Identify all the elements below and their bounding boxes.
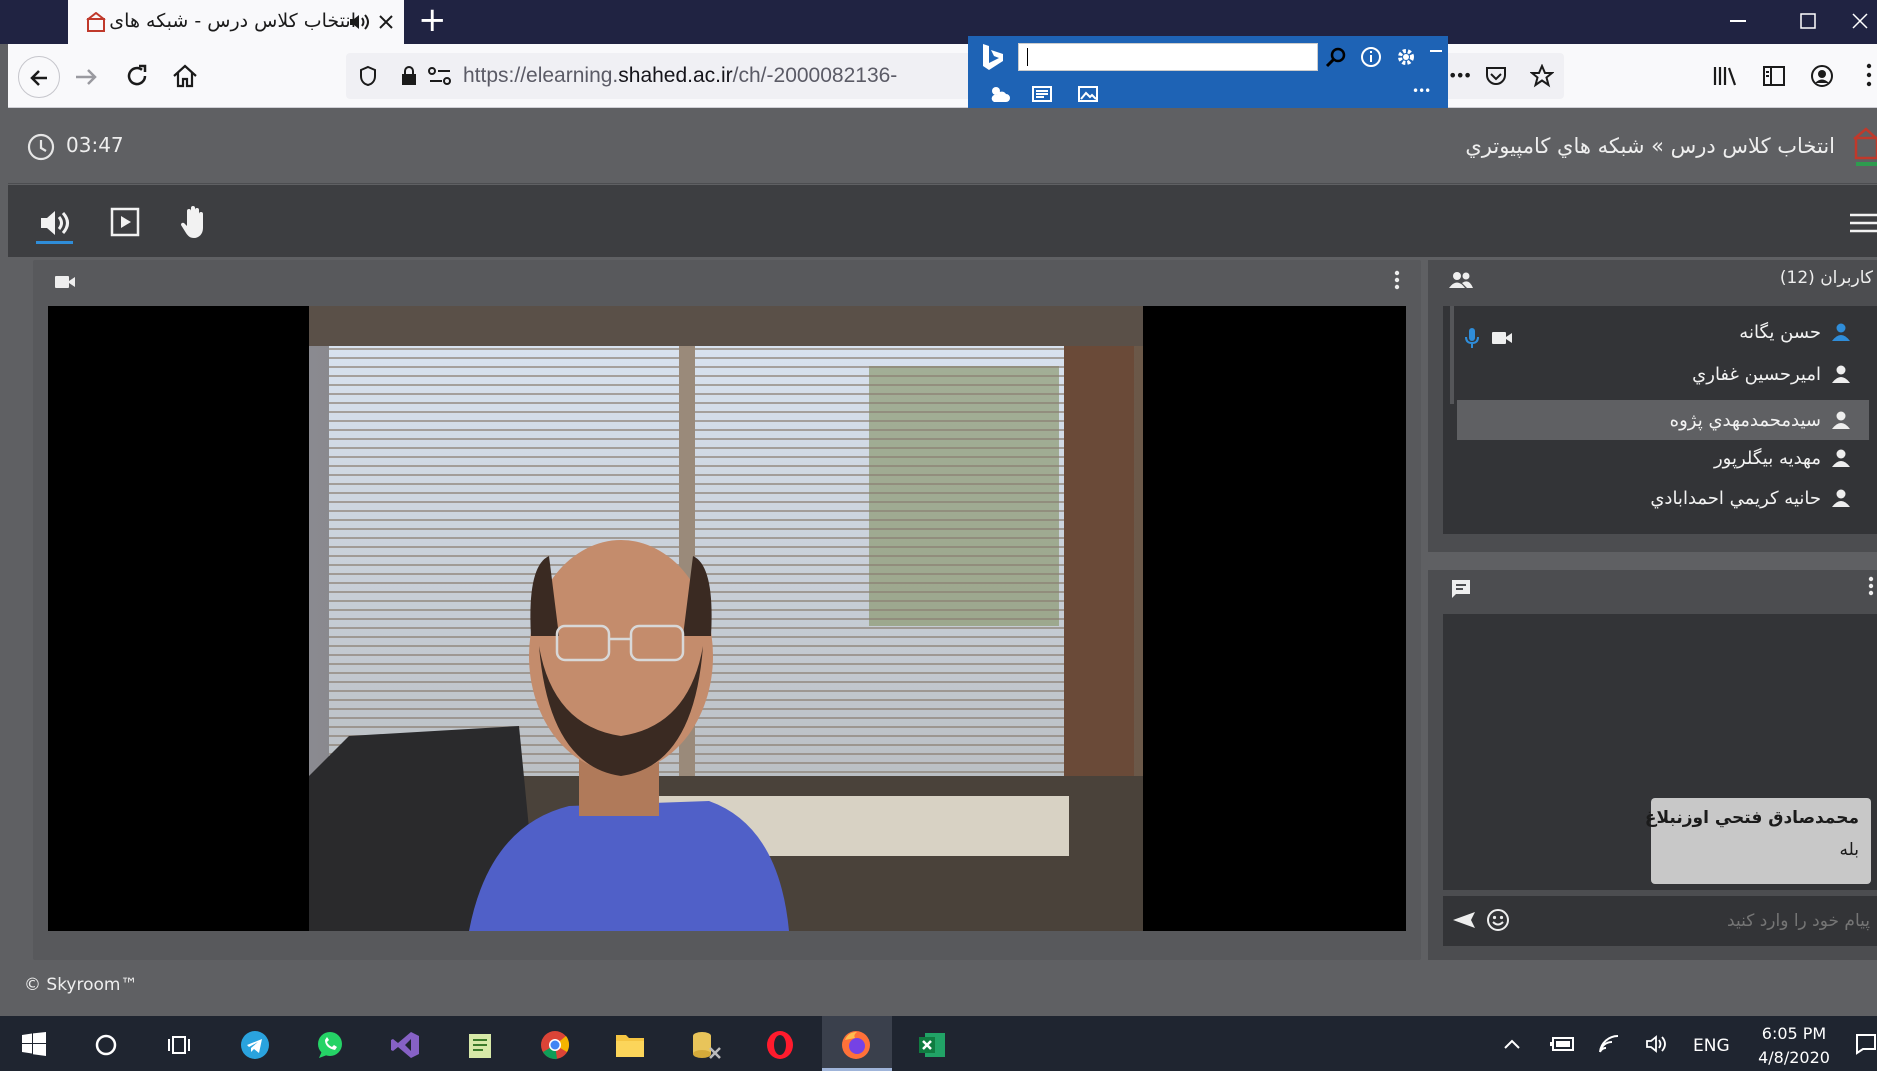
video-panel-menu-icon[interactable]: [1394, 270, 1400, 290]
home-button[interactable]: [171, 63, 199, 89]
class-timer: 03:47: [66, 133, 124, 157]
bookmark-star-icon[interactable]: [1530, 64, 1554, 88]
user-item[interactable]: مهديه بيگلرپور: [1714, 439, 1851, 477]
emoji-button[interactable]: [1486, 908, 1510, 932]
volume-icon[interactable]: [1645, 1034, 1669, 1054]
task-view-icon[interactable]: [167, 1033, 191, 1057]
chrome-icon[interactable]: [540, 1030, 570, 1060]
user-item[interactable]: حسن يگانه: [1739, 313, 1851, 351]
cortana-search-icon[interactable]: [95, 1034, 117, 1056]
tab-close-icon[interactable]: [376, 12, 396, 32]
user-icon: [1831, 364, 1851, 384]
users-group-icon: [1448, 270, 1474, 290]
user-name: مهديه بيگلرپور: [1713, 447, 1821, 469]
excel-icon[interactable]: [917, 1030, 947, 1060]
bing-weather-icon[interactable]: [988, 84, 1010, 104]
chat-message-author: محمدصادق فتحي اوزنبلاغ: [1644, 808, 1859, 828]
user-name: حسن يگانه: [1739, 321, 1821, 343]
window-maximize-icon[interactable]: [1800, 13, 1816, 29]
pocket-icon[interactable]: [1484, 64, 1508, 88]
send-button[interactable]: [1451, 910, 1477, 930]
users-list-scroll-indicator: [1450, 306, 1454, 404]
library-icon[interactable]: [1712, 64, 1738, 88]
user-name: سيدمحمدمهدي پژوه: [1669, 409, 1821, 431]
opera-icon[interactable]: [765, 1030, 795, 1060]
user-presenter-icon: [1831, 322, 1851, 342]
clock-date: 4/8/2020: [1758, 1048, 1830, 1067]
windows-start-icon[interactable]: [22, 1032, 46, 1056]
bing-search-input[interactable]: [1018, 43, 1318, 71]
new-tab-button[interactable]: +: [418, 0, 447, 40]
bing-minimize-icon[interactable]: [1430, 50, 1442, 52]
user-icon: [1831, 488, 1851, 508]
user-mic-icon[interactable]: [1464, 327, 1480, 349]
site-favicon-icon: [86, 12, 106, 32]
user-camera-icon[interactable]: [1491, 330, 1513, 346]
firefox-icon[interactable]: [841, 1030, 871, 1060]
clock-time: 6:05 PM: [1761, 1024, 1827, 1043]
sidebar-toggle-icon[interactable]: [1762, 65, 1786, 87]
page-footer: [8, 960, 1877, 1016]
tab-audio-icon[interactable]: [348, 12, 370, 32]
notepad-app-icon[interactable]: [465, 1030, 495, 1060]
user-icon: [1831, 448, 1851, 468]
tab-title: انتخاب کلاس درس - شبکه های: [109, 10, 356, 32]
reload-button[interactable]: [124, 63, 150, 89]
url-text[interactable]: https://elearning.shahed.ac.ir/ch/-20000…: [463, 64, 897, 88]
lock-icon[interactable]: [400, 65, 418, 87]
bing-more-button[interactable]: •••: [1412, 84, 1431, 98]
copyright-text: © Skyroom™: [24, 975, 138, 995]
bing-settings-icon[interactable]: [1395, 46, 1417, 68]
teacher-video-feed: [309, 306, 1143, 931]
raise-hand-button[interactable]: [179, 205, 209, 239]
bing-logo-icon: [980, 42, 1006, 72]
visual-studio-icon[interactable]: [390, 1030, 420, 1060]
back-button[interactable]: [18, 56, 60, 98]
network-icon[interactable]: [1598, 1034, 1620, 1054]
bing-news-icon[interactable]: [1032, 86, 1052, 102]
user-item[interactable]: اميرحسين غفاري: [1692, 355, 1851, 393]
chat-icon: [1450, 578, 1472, 600]
taskbar-clock[interactable]: 6:05 PM 4/8/2020: [1754, 1022, 1834, 1070]
hamburger-menu-icon[interactable]: [1850, 213, 1877, 233]
bing-search-icon[interactable]: [1324, 45, 1348, 69]
chat-panel-menu-icon[interactable]: [1868, 576, 1874, 596]
user-item[interactable]: حانيه کريمي احمدابادي: [1650, 479, 1851, 517]
telegram-icon[interactable]: [240, 1030, 270, 1060]
user-name: حانيه کريمي احمدابادي: [1650, 487, 1821, 509]
bing-images-icon[interactable]: [1078, 86, 1098, 102]
window-close-icon[interactable]: [1852, 13, 1868, 29]
speaker-button[interactable]: [36, 205, 72, 241]
bing-info-icon[interactable]: [1360, 46, 1382, 68]
forward-button[interactable]: [72, 64, 100, 90]
tray-show-hidden-icon[interactable]: [1503, 1038, 1521, 1050]
account-icon[interactable]: [1810, 64, 1834, 88]
tracking-shield-icon[interactable]: [358, 65, 378, 87]
input-language-indicator[interactable]: ENG: [1693, 1036, 1730, 1056]
chat-input[interactable]: [1520, 900, 1872, 942]
window-minimize-icon[interactable]: [1730, 20, 1746, 22]
user-icon: [1831, 410, 1851, 430]
clock-icon: [26, 132, 56, 162]
user-name: اميرحسين غفاري: [1692, 363, 1821, 385]
user-item[interactable]: سيدمحمدمهدي پژوه: [1670, 401, 1851, 439]
chat-message-text: بله: [1839, 840, 1859, 860]
class-toolbar: [8, 185, 1877, 257]
file-explorer-icon[interactable]: [615, 1031, 645, 1059]
database-tool-icon[interactable]: [690, 1030, 722, 1060]
speaker-active-underline: [36, 241, 73, 244]
permissions-icon[interactable]: [428, 67, 452, 85]
battery-icon[interactable]: [1550, 1036, 1576, 1052]
page-actions-button[interactable]: •••: [1448, 66, 1472, 85]
breadcrumb[interactable]: انتخاب کلاس درس » شبکه هاي کامپيوتري: [1465, 134, 1835, 158]
camera-icon: [54, 274, 76, 290]
chat-message-bubble: محمدصادق فتحي اوزنبلاغ بله: [1644, 798, 1871, 884]
whatsapp-icon[interactable]: [315, 1030, 345, 1060]
media-play-button[interactable]: [110, 207, 140, 237]
notifications-icon[interactable]: [1855, 1033, 1877, 1055]
site-logo-icon: [1852, 126, 1877, 170]
users-panel-title: کاربران (12): [1779, 268, 1873, 288]
browser-tab[interactable]: انتخاب کلاس درس - شبکه های: [68, 0, 404, 44]
menu-icon[interactable]: [1866, 62, 1872, 88]
